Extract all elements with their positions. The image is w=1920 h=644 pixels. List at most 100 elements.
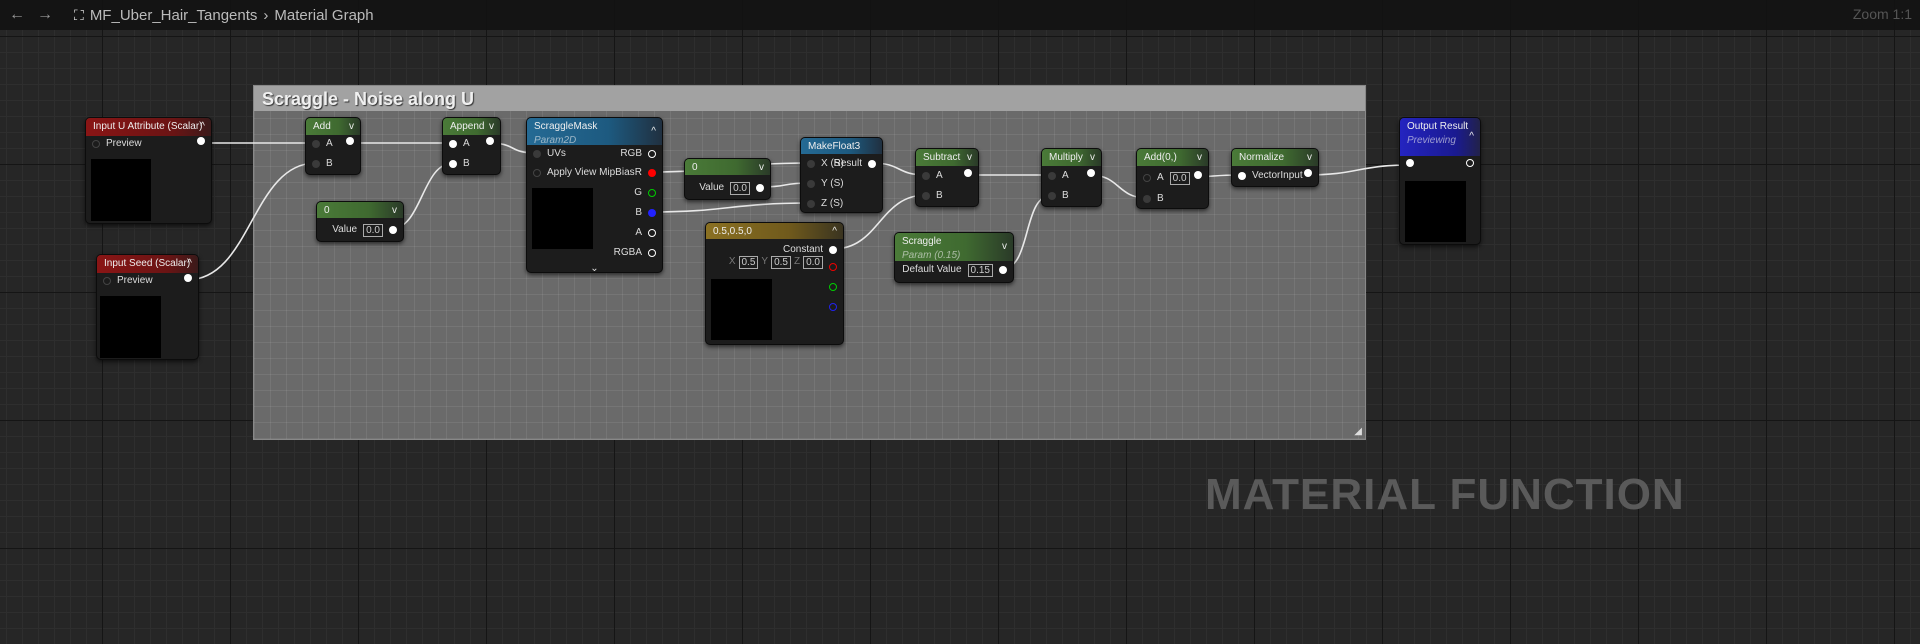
node-inU[interactable]: Input U Attribute (Scalar) ^ Preview <box>85 117 212 224</box>
node-out[interactable]: Output Result Previewing ^ <box>1399 117 1481 245</box>
output-pin-icon[interactable] <box>829 283 837 291</box>
node-mul[interactable]: Multiply v A B <box>1041 148 1102 207</box>
node-add[interactable]: Add v A B <box>305 117 361 175</box>
node-header[interactable]: Normalize v <box>1232 149 1318 166</box>
input-pin-icon[interactable] <box>449 140 457 148</box>
expand-chevron-down-icon[interactable]: v <box>759 162 764 173</box>
pin-label: Z (S) <box>821 198 844 209</box>
output-pin-icon[interactable] <box>756 184 764 192</box>
input-pin-icon[interactable] <box>533 169 541 177</box>
input-pin-icon[interactable] <box>1143 174 1151 182</box>
expand-chevron-down-icon[interactable]: v <box>1197 152 1202 163</box>
output-pin-icon[interactable] <box>648 229 656 237</box>
expand-chevron-down-icon[interactable]: v <box>1090 152 1095 163</box>
pin-value-field[interactable]: 0.0 <box>1169 171 1190 185</box>
advanced-chevron-down-icon[interactable]: ⌄ <box>527 263 662 274</box>
node-header[interactable]: MakeFloat3 <box>801 138 882 154</box>
forward-arrow-icon[interactable]: → <box>34 6 56 24</box>
output-pin-icon[interactable] <box>964 169 972 177</box>
node-title: Output Result <box>1407 121 1469 132</box>
output-pin-icon[interactable] <box>1087 169 1095 177</box>
collapse-chevron-up-icon[interactable]: ^ <box>187 258 192 269</box>
comment-title[interactable]: Scraggle - Noise along U <box>254 86 1365 111</box>
collapse-chevron-up-icon[interactable]: ^ <box>1469 131 1474 142</box>
node-header[interactable]: Multiply v <box>1042 149 1101 166</box>
input-pin-icon[interactable] <box>922 172 930 180</box>
node-add0[interactable]: Add(0,) v A 0.0 B <box>1136 148 1209 209</box>
input-pin-icon[interactable] <box>449 160 457 168</box>
input-pin-icon[interactable] <box>807 160 815 168</box>
output-pin-icon[interactable] <box>1194 171 1202 179</box>
expand-chevron-down-icon[interactable]: v <box>349 121 354 132</box>
node-header[interactable]: 0.5,0.5,0 ^ <box>706 223 843 239</box>
output-pin-icon[interactable] <box>1466 159 1474 167</box>
input-pin-icon[interactable] <box>922 192 930 200</box>
output-pin-icon[interactable] <box>829 246 837 254</box>
node-c3[interactable]: 0.5,0.5,0 ^ Constant X 0.5 Y 0.5 Z 0.0 <box>705 222 844 345</box>
node-header[interactable]: Scraggle Param (0.15) v <box>895 233 1013 261</box>
node-header[interactable]: 0v <box>685 159 770 175</box>
expand-chevron-down-icon[interactable]: v <box>967 152 972 163</box>
output-pin-icon[interactable] <box>184 274 192 282</box>
output-pin-icon[interactable] <box>999 266 1007 274</box>
input-pin-icon[interactable] <box>1143 195 1151 203</box>
node-header[interactable]: 0v <box>317 202 403 218</box>
pin-value-field[interactable]: 0.15 <box>967 263 993 277</box>
expand-chevron-down-icon[interactable]: v <box>392 205 397 216</box>
collapse-chevron-up-icon[interactable]: ^ <box>651 126 656 137</box>
breadcrumb-asset[interactable]: MF_Uber_Hair_Tangents <box>90 7 258 24</box>
output-pin-icon[interactable] <box>389 226 397 234</box>
input-pin-icon[interactable] <box>1238 172 1246 180</box>
output-pin-icon[interactable] <box>868 160 876 168</box>
output-pin-icon[interactable] <box>1304 169 1312 177</box>
node-sub[interactable]: Subtract v A B <box>915 148 979 207</box>
input-pin-icon[interactable] <box>92 140 100 148</box>
node-header[interactable]: Subtract v <box>916 149 978 166</box>
output-pin-icon[interactable] <box>486 137 494 145</box>
expand-chevron-down-icon[interactable]: v <box>489 121 494 132</box>
node-norm[interactable]: Normalize v VectorInput <box>1231 148 1319 187</box>
input-pin-icon[interactable] <box>103 277 111 285</box>
breadcrumb-graph[interactable]: Material Graph <box>274 7 373 24</box>
collapse-chevron-up-icon[interactable]: ^ <box>832 226 837 237</box>
output-pin-icon[interactable] <box>648 209 656 217</box>
output-pin-icon[interactable] <box>197 137 205 145</box>
input-pin-icon[interactable] <box>312 160 320 168</box>
output-pin-icon[interactable] <box>829 303 837 311</box>
node-mask[interactable]: ScraggleMask Param2D ^ ⌄ UVs RGB Apply View Mi… <box>526 117 663 274</box>
input-pin-icon[interactable] <box>1048 192 1056 200</box>
node-inSeed[interactable]: Input Seed (Scalar) ^ Preview <box>96 254 199 360</box>
input-pin-icon[interactable] <box>1048 172 1056 180</box>
output-pin-icon[interactable] <box>648 150 656 158</box>
input-pin-icon[interactable] <box>533 150 541 158</box>
input-pin-icon[interactable] <box>1406 159 1414 167</box>
node-mf3[interactable]: MakeFloat3 X (S) Result Y (S) Z (S) <box>800 137 883 213</box>
output-pin-icon[interactable] <box>648 189 656 197</box>
collapse-chevron-up-icon[interactable]: ^ <box>200 121 205 132</box>
expand-chevron-down-icon[interactable]: v <box>1307 152 1312 163</box>
node-header[interactable]: Output Result Previewing ^ <box>1400 118 1480 156</box>
pin-value-field[interactable]: 0.0 <box>363 223 383 237</box>
node-header[interactable]: Input U Attribute (Scalar) ^ <box>86 118 211 136</box>
node-append[interactable]: Append v A B <box>442 117 501 175</box>
back-arrow-icon[interactable]: ← <box>6 6 28 24</box>
node-header[interactable]: Add(0,) v <box>1137 149 1208 166</box>
pin-value-field[interactable]: 0.0 <box>730 181 750 195</box>
resize-handle-icon[interactable]: ◢ <box>1354 426 1362 437</box>
node-scr[interactable]: Scraggle Param (0.15) v Default Value 0.15 <box>894 232 1014 283</box>
node-c0b[interactable]: 0 v Value 0.0 <box>684 158 771 200</box>
pin-row <box>706 303 843 317</box>
input-pin-icon[interactable] <box>807 200 815 208</box>
expand-chevron-down-icon[interactable]: v <box>1002 241 1007 252</box>
output-pin-icon[interactable] <box>648 249 656 257</box>
node-header[interactable]: Append v <box>443 118 500 135</box>
node-c0a[interactable]: 0 v Value 0.0 <box>316 201 404 242</box>
output-pin-icon[interactable] <box>648 169 656 177</box>
input-pin-icon[interactable] <box>807 180 815 188</box>
node-header[interactable]: Input Seed (Scalar) ^ <box>97 255 198 273</box>
node-header[interactable]: Add v <box>306 118 360 135</box>
output-pin-icon[interactable] <box>829 263 837 271</box>
input-pin-icon[interactable] <box>312 140 320 148</box>
output-pin-icon[interactable] <box>346 137 354 145</box>
node-header[interactable]: ScraggleMask Param2D ^ <box>527 118 662 146</box>
